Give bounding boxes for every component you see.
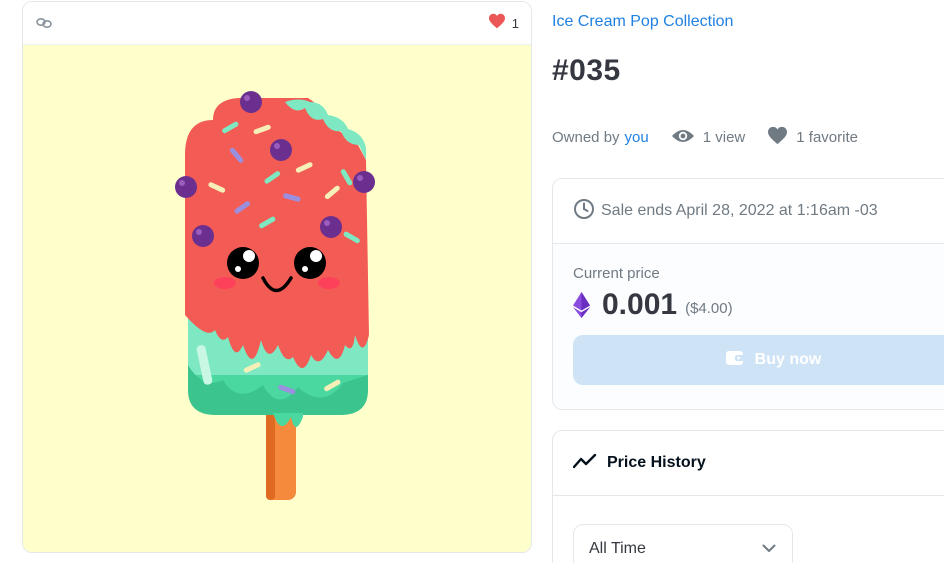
favorites-count: 1 favorite [767, 126, 858, 149]
favorites-label: 1 favorite [796, 129, 858, 146]
price-usd: ($4.00) [685, 299, 733, 317]
price-value: 0.001 [602, 288, 678, 321]
item-meta-row: Owned by you 1 view 1 favorite [552, 126, 858, 149]
price-row: 0.001 ($4.00) [573, 288, 944, 322]
nft-image-card: 1 [22, 1, 532, 553]
sale-ends-header: Sale ends April 28, 2022 at 1:16am -03 [553, 179, 944, 244]
time-range-select[interactable]: All Time [573, 524, 793, 563]
link-chain-icon [36, 14, 54, 32]
collection-link[interactable]: Ice Cream Pop Collection [552, 13, 733, 31]
image-card-header: 1 [23, 2, 531, 45]
chevron-down-icon [762, 540, 776, 558]
ice-cream-pop-illustration [175, 91, 375, 500]
views-label: 1 view [702, 129, 746, 146]
price-history-body: All Time [553, 496, 944, 563]
item-title: #035 [552, 54, 621, 87]
price-history-title: Price History [607, 454, 706, 471]
nft-image[interactable] [23, 45, 531, 552]
trending-line-icon [572, 453, 607, 474]
buy-now-button[interactable]: Buy now [573, 335, 944, 385]
sale-panel: Sale ends April 28, 2022 at 1:16am -03 C… [552, 178, 944, 410]
eye-icon [671, 128, 703, 148]
price-section: Current price 0.001 ($4.00) Buy now [553, 244, 944, 409]
wallet-icon [725, 349, 745, 372]
heart-icon [488, 13, 506, 34]
favorite-button[interactable]: 1 [488, 13, 519, 34]
current-price-label: Current price [573, 265, 660, 282]
favorite-count: 1 [511, 15, 519, 31]
heart-outline-icon [767, 126, 796, 149]
owned-by-label: Owned by [552, 129, 620, 146]
time-range-value: All Time [589, 540, 646, 557]
buy-now-label: Buy now [754, 351, 822, 368]
price-history-panel: Price History All Time [552, 430, 944, 563]
ethereum-icon [573, 292, 590, 318]
sale-ends-text: Sale ends April 28, 2022 at 1:16am -03 [601, 202, 878, 219]
owner-link[interactable]: you [625, 129, 649, 146]
price-history-header[interactable]: Price History [553, 431, 944, 496]
clock-icon [573, 198, 601, 225]
views-count: 1 view [671, 128, 746, 148]
